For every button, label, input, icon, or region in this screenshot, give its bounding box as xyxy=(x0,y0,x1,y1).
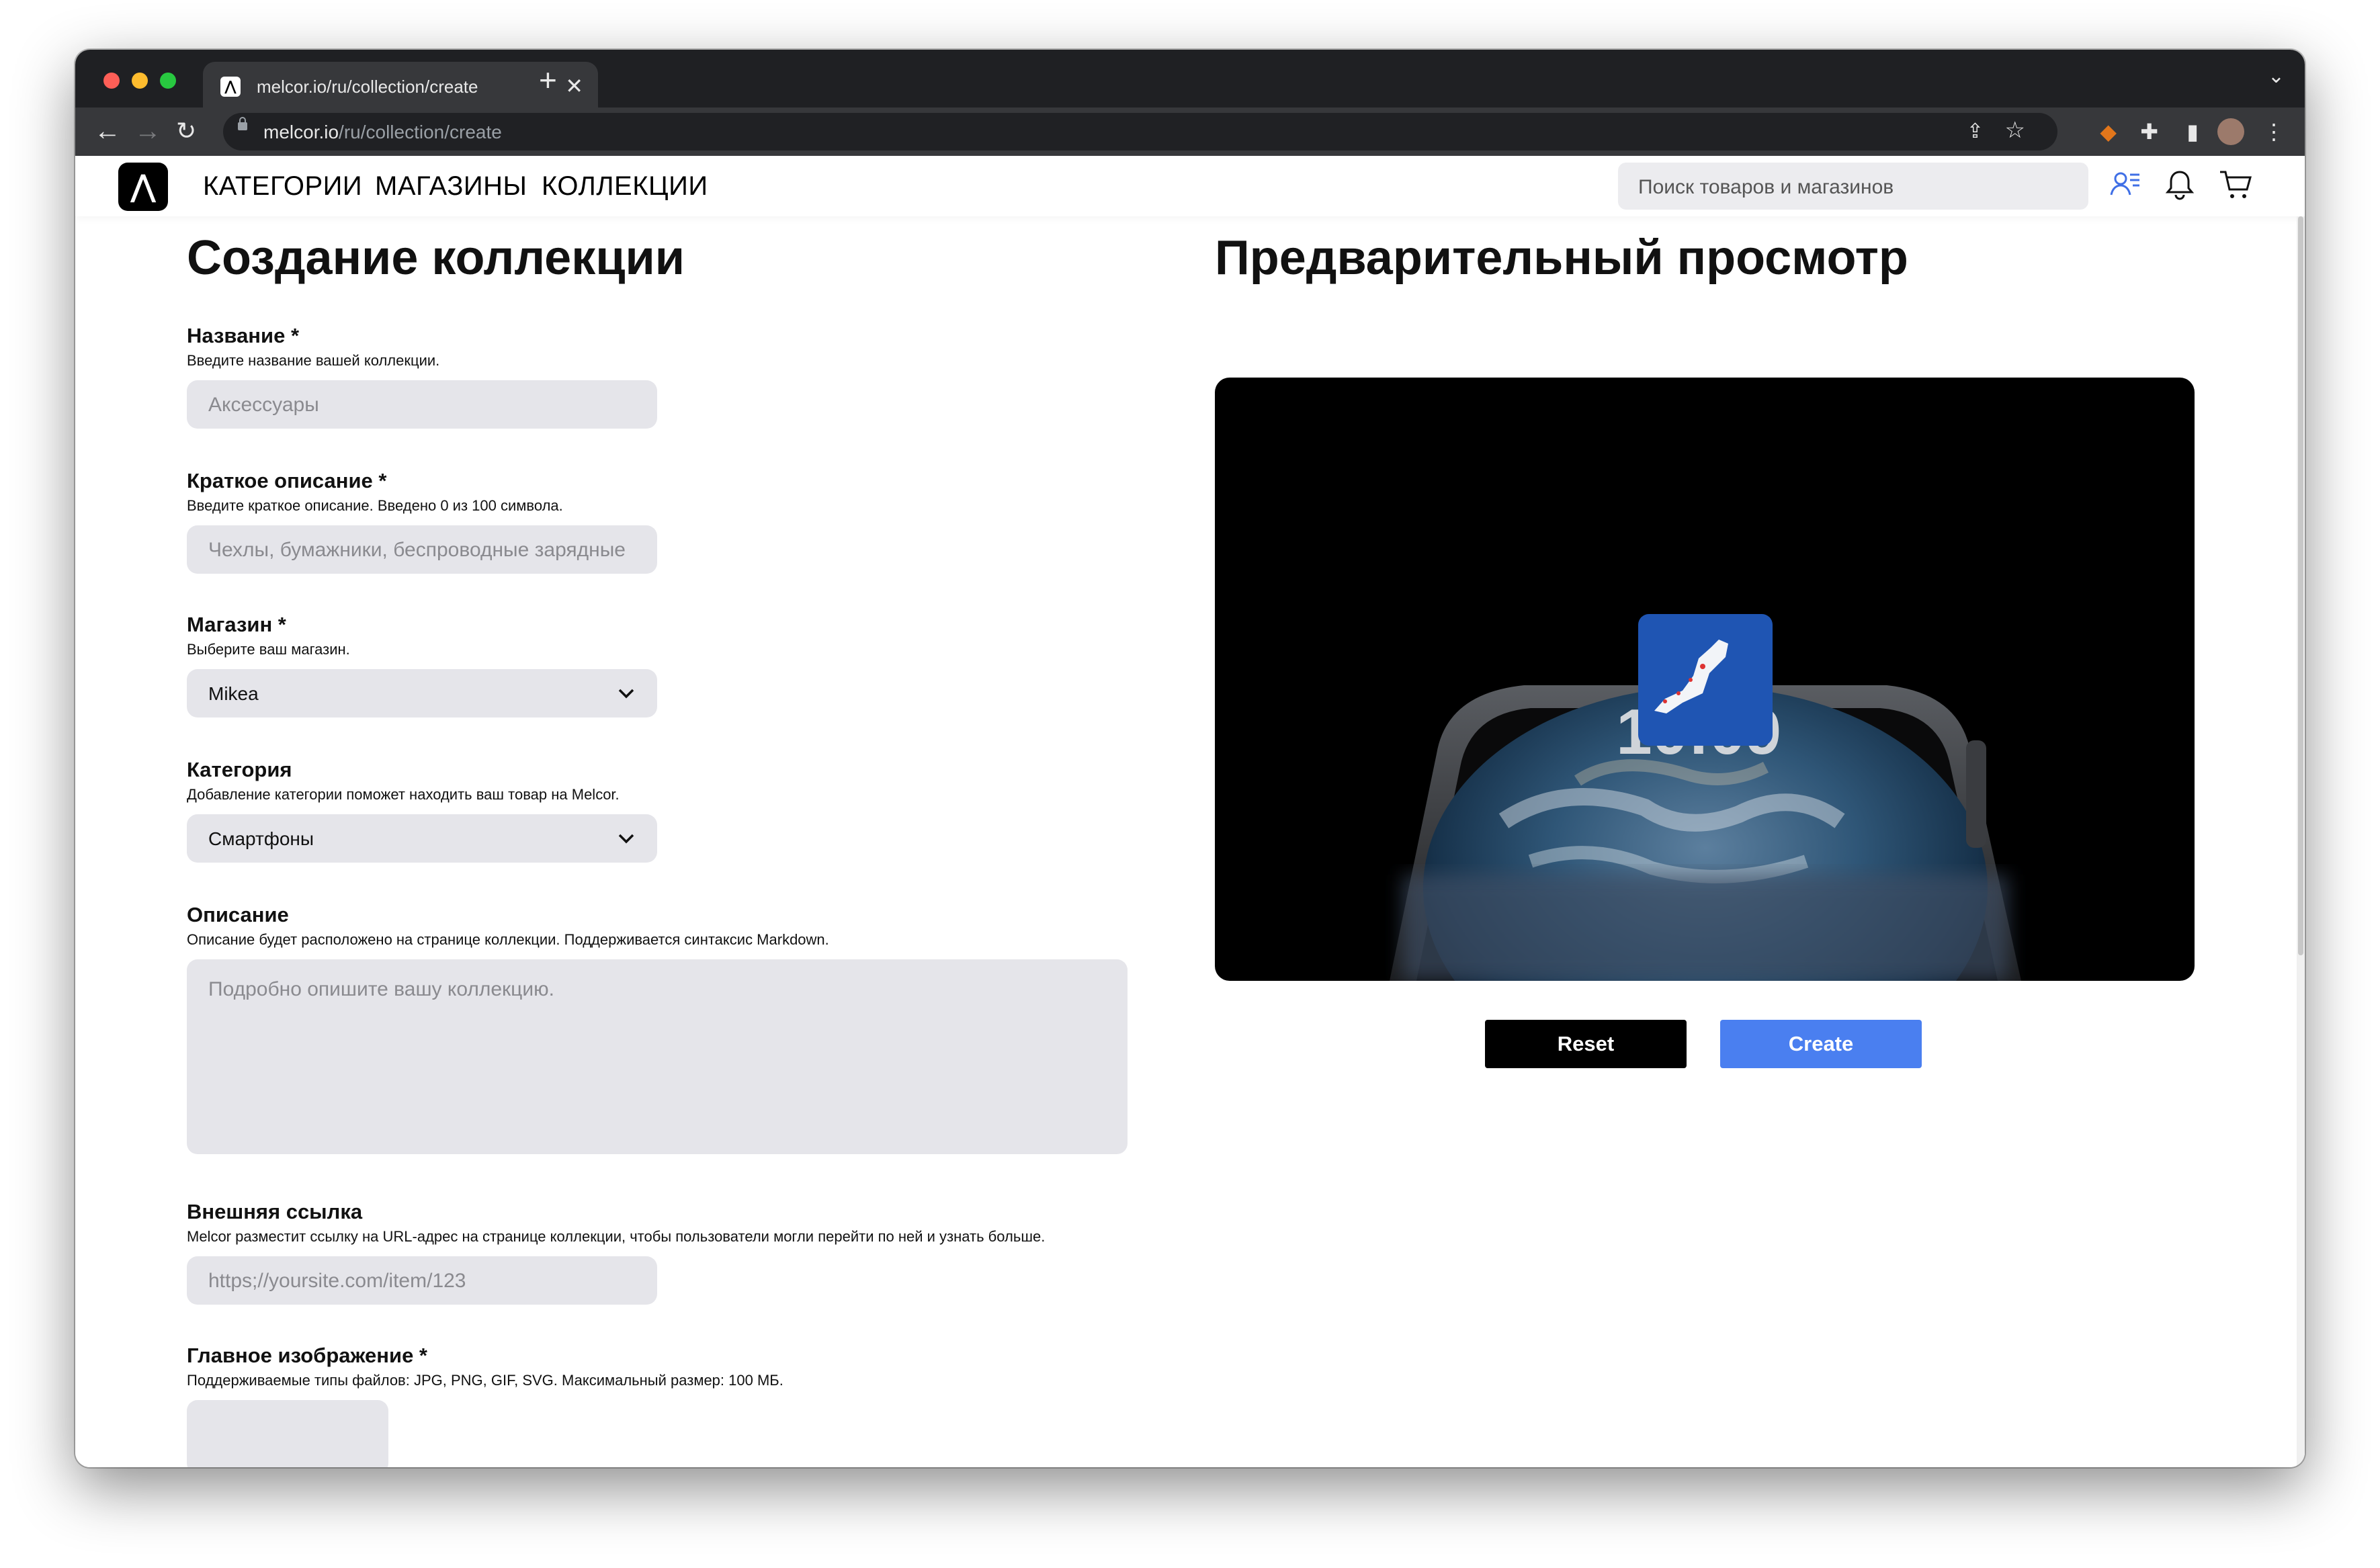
cart-icon[interactable] xyxy=(2217,167,2255,204)
name-placeholder: Аксессуары xyxy=(208,394,319,416)
search-input[interactable]: Поиск товаров и магазинов xyxy=(1618,163,2088,210)
chevron-down-icon xyxy=(618,689,634,699)
metamask-icon[interactable]: ◆ xyxy=(2100,118,2117,145)
reset-button[interactable]: Reset xyxy=(1485,1020,1687,1068)
store-hint: Выберите ваш магазин. xyxy=(187,641,350,658)
sidepanel-icon[interactable]: ▮ xyxy=(2186,118,2199,145)
url-host: melcor.io xyxy=(263,122,339,142)
collection-preview-image: 10:09 xyxy=(1215,378,2195,981)
address-bar[interactable]: melcor.io/ru/collection/create ⇪ ☆ xyxy=(223,113,2057,150)
description-placeholder: Подробно опишите вашу коллекцию. xyxy=(208,978,554,1000)
bell-icon[interactable] xyxy=(2161,167,2199,204)
new-tab-icon[interactable]: + xyxy=(539,60,557,99)
page-scrollbar[interactable] xyxy=(2297,216,2305,1467)
store-select[interactable]: Mikea xyxy=(187,669,657,717)
name-label: Название * xyxy=(187,324,300,347)
nav-collections[interactable]: КОЛЛЕКЦИИ xyxy=(542,171,708,202)
window-controls xyxy=(103,73,176,89)
external-link-label: Внешняя ссылка xyxy=(187,1200,363,1223)
category-select[interactable]: Смартфоны xyxy=(187,814,657,863)
back-icon[interactable]: ← xyxy=(94,114,121,148)
share-icon[interactable]: ⇪ xyxy=(1967,118,1984,145)
short-description-placeholder: Чехлы, бумажники, беспроводные зарядные xyxy=(208,539,626,561)
external-link-placeholder: https;//yoursite.com/item/123 xyxy=(208,1270,466,1292)
external-link-hint: Melcor разместит ссылку на URL-адрес на … xyxy=(187,1228,1046,1245)
store-value: Mikea xyxy=(208,683,259,704)
description-label: Описание xyxy=(187,903,289,926)
description-textarea[interactable]: Подробно опишите вашу коллекцию. xyxy=(187,959,1128,1154)
maximize-window-button[interactable] xyxy=(160,73,176,89)
close-window-button[interactable] xyxy=(103,73,120,89)
extensions-icon[interactable]: ✚ xyxy=(2140,118,2158,145)
chevron-down-icon xyxy=(618,834,634,844)
menu-dots-icon[interactable]: ⋮ xyxy=(2263,118,2285,145)
tab-title: melcor.io/ru/collection/create xyxy=(257,77,478,97)
web-page: ⋀ КАТЕГОРИИ МАГАЗИНЫ КОЛЛЕКЦИИ Поиск тов… xyxy=(75,156,2305,1467)
minimize-window-button[interactable] xyxy=(132,73,148,89)
main-image-upload[interactable] xyxy=(187,1400,388,1467)
external-link-input[interactable]: https;//yoursite.com/item/123 xyxy=(187,1256,657,1305)
short-description-label: Краткое описание * xyxy=(187,469,387,492)
page-title: Создание коллекции xyxy=(187,231,685,285)
description-hint: Описание будет расположено на странице к… xyxy=(187,931,829,948)
melcor-logo-icon: ⋀ xyxy=(220,77,241,97)
melcor-logo[interactable]: ⋀ xyxy=(118,163,168,211)
nav-stores[interactable]: МАГАЗИНЫ xyxy=(375,171,527,202)
search-placeholder: Поиск товаров и магазинов xyxy=(1638,176,1894,198)
nav-categories[interactable]: КАТЕГОРИИ xyxy=(203,171,362,202)
url-text: melcor.io/ru/collection/create xyxy=(263,121,502,144)
site-header: ⋀ КАТЕГОРИИ МАГАЗИНЫ КОЛЛЕКЦИИ Поиск тов… xyxy=(75,156,2305,216)
chevron-down-icon[interactable]: ⌄ xyxy=(2268,64,2285,88)
url-path: /ru/collection/create xyxy=(339,122,502,142)
category-value: Смартфоны xyxy=(208,828,314,849)
forward-icon[interactable]: → xyxy=(134,114,161,148)
category-label: Категория xyxy=(187,758,292,781)
scrollbar-thumb[interactable] xyxy=(2298,216,2303,955)
browser-toolbar: ← → ↻ melcor.io/ru/collection/create ⇪ ☆… xyxy=(75,107,2305,156)
name-hint: Введите название вашей коллекции. xyxy=(187,352,440,369)
category-hint: Добавление категории поможет находить ва… xyxy=(187,786,620,803)
create-button[interactable]: Create xyxy=(1720,1020,1922,1068)
name-input[interactable]: Аксессуары xyxy=(187,380,657,429)
user-list-icon[interactable] xyxy=(2107,167,2145,204)
tab-strip: ⋀ melcor.io/ru/collection/create ✕ + ⌄ xyxy=(75,50,2305,109)
store-label: Магазин * xyxy=(187,613,286,636)
main-image-hint: Поддерживаемые типы файлов: JPG, PNG, GI… xyxy=(187,1372,783,1389)
short-description-hint: Введите краткое описание. Введено 0 из 1… xyxy=(187,497,563,514)
close-tab-icon[interactable]: ✕ xyxy=(565,73,583,99)
reload-icon[interactable]: ↻ xyxy=(176,114,196,148)
main-image-label: Главное изображение * xyxy=(187,1344,427,1367)
lock-icon xyxy=(238,117,247,130)
profile-avatar[interactable] xyxy=(2217,118,2244,145)
preview-title: Предварительный просмотр xyxy=(1215,231,1908,285)
short-description-input[interactable]: Чехлы, бумажники, беспроводные зарядные xyxy=(187,525,657,574)
bookmark-star-icon[interactable]: ☆ xyxy=(2005,117,2025,144)
browser-window: ⋀ melcor.io/ru/collection/create ✕ + ⌄ ←… xyxy=(75,50,2305,1467)
watch-earth-image: 10:09 xyxy=(1390,614,2021,981)
